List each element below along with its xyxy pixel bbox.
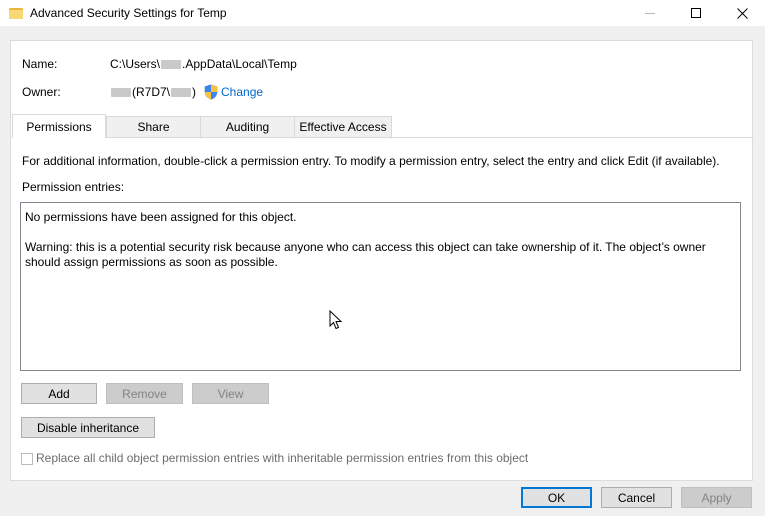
- redacted-block: [111, 88, 131, 98]
- replace-child-permissions-label: Replace all child object permission entr…: [36, 451, 529, 465]
- close-icon: [736, 7, 748, 19]
- remove-button[interactable]: Remove: [106, 383, 183, 404]
- minimize-icon: [645, 12, 655, 14]
- minimize-button[interactable]: [627, 0, 673, 26]
- ok-button[interactable]: OK: [521, 487, 592, 508]
- name-value: C:\Users\ .AppData\Local\Temp: [110, 57, 297, 71]
- uac-shield-icon: [204, 84, 218, 100]
- window-title: Advanced Security Settings for Temp: [30, 6, 227, 20]
- permission-entries-list[interactable]: No permissions have been assigned for th…: [20, 202, 741, 371]
- empty-permissions-message: No permissions have been assigned for th…: [25, 210, 297, 224]
- maximize-button[interactable]: [673, 0, 719, 26]
- tab-permissions[interactable]: Permissions: [12, 114, 106, 138]
- change-owner-link[interactable]: Change: [221, 85, 263, 99]
- permission-entries-label: Permission entries:: [22, 180, 125, 194]
- owner-label: Owner:: [22, 85, 61, 99]
- add-button[interactable]: Add: [21, 383, 97, 404]
- close-button[interactable]: [719, 0, 765, 26]
- tab-divider: [12, 137, 753, 138]
- redacted-block: [171, 88, 192, 98]
- name-label: Name:: [22, 57, 58, 71]
- tab-auditing[interactable]: Auditing: [200, 116, 295, 137]
- permissions-info-text: For additional information, double-click…: [22, 154, 720, 168]
- mouse-cursor-icon: [329, 310, 343, 330]
- owner-value: (R7D7\): [110, 85, 196, 99]
- tab-effective-access[interactable]: Effective Access: [294, 116, 392, 137]
- apply-button[interactable]: Apply: [681, 487, 752, 508]
- view-button[interactable]: View: [192, 383, 269, 404]
- tab-share[interactable]: Share: [106, 116, 201, 137]
- replace-child-permissions-checkbox[interactable]: [21, 453, 33, 465]
- maximize-icon: [691, 8, 701, 18]
- cancel-button[interactable]: Cancel: [601, 487, 672, 508]
- disable-inheritance-button[interactable]: Disable inheritance: [21, 417, 155, 438]
- redacted-block: [161, 60, 182, 70]
- folder-icon: [9, 7, 23, 19]
- security-warning-text: Warning: this is a potential security ri…: [25, 240, 710, 269]
